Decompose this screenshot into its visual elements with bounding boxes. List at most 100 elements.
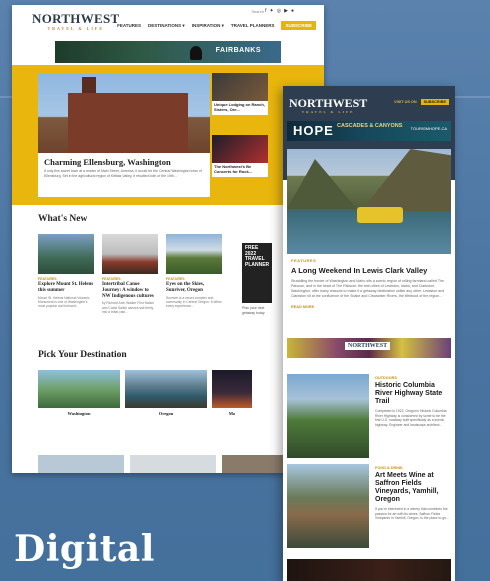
desktop-logo[interactable]: NORTHWEST TRAVEL & LIFE bbox=[32, 11, 120, 31]
whats-new-section: What's New FEATURES Explore Mount St. He… bbox=[12, 208, 324, 315]
nav-inspiration[interactable]: INSPIRATION ▾ bbox=[192, 23, 224, 29]
logo-text: NORTHWEST bbox=[289, 96, 368, 110]
ad-figure bbox=[190, 46, 202, 60]
side-story-title: The Northwest's Be Concerts for Rock... bbox=[214, 164, 253, 174]
side-story-image bbox=[212, 73, 268, 101]
bottom-image bbox=[130, 455, 216, 473]
article-image bbox=[102, 234, 158, 274]
side-story-1[interactable]: Unique Lodging on Ranch, Sisters, Ore... bbox=[212, 73, 268, 115]
desktop-page-screenshot: NORTHWEST TRAVEL & LIFE Search f ✦ ◎ ▶ ●… bbox=[12, 5, 324, 473]
article-text: OUTDOORS Historic Columbia River Highway… bbox=[375, 374, 451, 458]
read-more-link[interactable]: READ MORE bbox=[291, 305, 447, 309]
side-story-2[interactable]: The Northwest's Be Concerts for Rock... bbox=[212, 135, 268, 177]
article-desc: Completed in 1922, Oregon's Historic Col… bbox=[375, 409, 447, 427]
desktop-bottom-row bbox=[38, 455, 308, 473]
caption-title: Digital bbox=[14, 528, 155, 570]
article-tag: FOOD & DRINK bbox=[375, 466, 403, 470]
mobile-ad-band[interactable]: NORTHWEST bbox=[287, 338, 451, 358]
nav-destinations[interactable]: DESTINATIONS ▾ bbox=[148, 23, 185, 29]
article-desc: Sunriver is a resort complex and communi… bbox=[166, 295, 222, 309]
logo-subtitle: TRAVEL & LIFE bbox=[47, 26, 105, 31]
hero-mountain-left bbox=[287, 159, 357, 209]
subscribe-button[interactable]: SUBSCRIBE bbox=[281, 21, 316, 30]
destination-card[interactable]: Oregon bbox=[125, 370, 207, 416]
ad-subline: CASCADES & CANYONS bbox=[337, 123, 403, 129]
hero-card[interactable]: Charming Ellensburg, Washington If only … bbox=[38, 73, 210, 197]
search-link[interactable]: Search bbox=[251, 9, 264, 14]
instagram-icon[interactable]: ◎ bbox=[277, 8, 281, 14]
whats-new-heading: What's New bbox=[38, 214, 88, 224]
mobile-nav: VISIT US ON SUBSCRIBE bbox=[394, 99, 449, 105]
hero-title[interactable]: Charming Ellensburg, Washington bbox=[44, 157, 204, 167]
mobile-logo[interactable]: NORTHWEST TRAVEL & LIFE bbox=[289, 96, 367, 114]
facebook-icon[interactable]: f bbox=[265, 8, 266, 14]
mobile-hero-image[interactable] bbox=[287, 149, 451, 254]
feature-title[interactable]: A Long Weekend In Lewis Clark Valley bbox=[291, 266, 447, 275]
article-title[interactable]: Art Meets Wine at Saffron Fields Vineyar… bbox=[375, 472, 451, 504]
pinterest-icon[interactable]: ● bbox=[291, 8, 294, 14]
logo-text: NORTHWEST bbox=[32, 11, 120, 26]
pick-destination-heading: Pick Your Destination bbox=[38, 350, 127, 360]
destination-card[interactable]: Washington bbox=[38, 370, 120, 416]
desktop-nav: FEATURES DESTINATIONS ▾ INSPIRATION ▾ TR… bbox=[117, 21, 316, 30]
ad-url: TOURISMHOPE.CA bbox=[410, 126, 447, 131]
article-tag: OUTDOORS bbox=[375, 376, 397, 380]
article-tag: FEATURES bbox=[166, 277, 185, 281]
ad-text: FAIRBANKS bbox=[215, 47, 261, 54]
article-text: FOOD & DRINK Art Meets Wine at Saffron F… bbox=[375, 464, 451, 548]
article-desc: Mount St. Helens National Volcanic Monum… bbox=[38, 295, 90, 309]
travel-planner-title: FREE 2022 TRAVEL PLANNER bbox=[245, 245, 270, 268]
article-desc: If you're interested in a winery that co… bbox=[375, 507, 449, 521]
ad-band-logo: NORTHWEST bbox=[345, 342, 391, 350]
article-image bbox=[287, 374, 369, 458]
hope-ad-banner[interactable]: HOPE CASCADES & CANYONS TOURISMHOPE.CA bbox=[287, 121, 451, 141]
mobile-article[interactable]: FOOD & DRINK Art Meets Wine at Saffron F… bbox=[287, 464, 451, 548]
destination-image bbox=[212, 370, 252, 408]
mobile-feature-text: FEATURES A Long Weekend In Lewis Clark V… bbox=[283, 258, 455, 309]
ad-headline: HOPE bbox=[293, 123, 334, 138]
destination-image bbox=[125, 370, 207, 408]
destination-label: Oregon bbox=[158, 411, 174, 416]
subscribe-button[interactable]: SUBSCRIBE bbox=[420, 99, 449, 105]
article-desc: by Richard Arch Walker First Nation and … bbox=[102, 301, 155, 314]
article-card[interactable]: FEATURES Intertribal Canoe Journey: A wi… bbox=[102, 234, 158, 314]
article-image bbox=[287, 464, 369, 548]
destination-label: Mo bbox=[228, 411, 236, 416]
hero-description: If only this sweet town at a reader of M… bbox=[44, 169, 202, 178]
logo-subtitle: TRAVEL & LIFE bbox=[301, 110, 355, 114]
pick-destination-section: Pick Your Destination Washington Oregon … bbox=[12, 350, 324, 416]
travel-planner-ad[interactable]: FREE 2022 TRAVEL PLANNER bbox=[242, 243, 272, 303]
hero-building-image bbox=[68, 77, 188, 153]
destination-card[interactable]: Mo bbox=[212, 370, 252, 416]
travel-planner-desc: Plan your next getaway today bbox=[242, 306, 265, 315]
side-story-image bbox=[212, 135, 268, 163]
destination-list: Washington Oregon Mo bbox=[38, 370, 298, 416]
mobile-article[interactable]: OUTDOORS Historic Columbia River Highway… bbox=[287, 374, 451, 458]
destination-label: Washington bbox=[67, 411, 91, 416]
feature-desc: Straddling the border of Washington and … bbox=[291, 279, 445, 299]
article-tag: FEATURES bbox=[38, 277, 57, 281]
article-card[interactable]: FEATURES Explore Mount St. Helens this s… bbox=[38, 234, 94, 314]
destination-image bbox=[38, 370, 120, 408]
desktop-header: NORTHWEST TRAVEL & LIFE Search f ✦ ◎ ▶ ●… bbox=[12, 5, 324, 37]
nav-features[interactable]: FEATURES bbox=[117, 23, 141, 28]
article-title[interactable]: Eyes on the Skies, Sunriver, Oregon bbox=[166, 282, 222, 294]
fairbanks-ad-banner[interactable]: FAIRBANKS bbox=[55, 41, 281, 63]
youtube-icon[interactable]: ▶ bbox=[284, 8, 288, 14]
article-title[interactable]: Explore Mount St. Helens this summer bbox=[38, 282, 94, 294]
nav-travel-planners[interactable]: TRAVEL PLANNERS bbox=[231, 23, 275, 28]
featured-section: Charming Ellensburg, Washington If only … bbox=[12, 65, 324, 205]
twitter-icon[interactable]: ✦ bbox=[270, 8, 274, 14]
hero-jetboat bbox=[357, 207, 403, 223]
article-title[interactable]: Historic Columbia River Highway State Tr… bbox=[375, 382, 451, 406]
mobile-page-screenshot: NORTHWEST TRAVEL & LIFE VISIT US ON SUBS… bbox=[283, 86, 455, 581]
social-links: f ✦ ◎ ▶ ● bbox=[265, 8, 294, 14]
hero-mountain-right bbox=[361, 149, 451, 211]
visit-us-link[interactable]: VISIT US ON bbox=[394, 100, 417, 104]
article-image bbox=[166, 234, 222, 274]
article-title[interactable]: Intertribal Canoe Journey: A window to N… bbox=[102, 282, 158, 299]
feature-tag: FEATURES bbox=[291, 258, 317, 263]
hero-caption: Charming Ellensburg, Washington If only … bbox=[38, 153, 210, 197]
bottom-image bbox=[38, 455, 124, 473]
article-card[interactable]: FEATURES Eyes on the Skies, Sunriver, Or… bbox=[166, 234, 222, 314]
